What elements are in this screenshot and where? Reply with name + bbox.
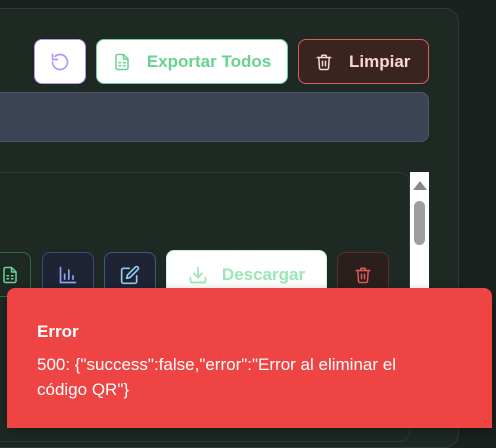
scroll-thumb[interactable]	[414, 201, 425, 245]
spreadsheet-icon	[1, 265, 19, 285]
download-label: Descargar	[221, 265, 306, 284]
bar-chart-icon	[58, 265, 78, 285]
download-icon	[188, 265, 208, 285]
export-all-button[interactable]: Exportar Todos	[96, 39, 288, 84]
edit-icon	[120, 265, 140, 285]
clear-button[interactable]: Limpiar	[298, 39, 429, 84]
spreadsheet-icon	[113, 52, 131, 72]
error-toast[interactable]: Error 500: {"success":false,"error":"Err…	[7, 288, 492, 428]
export-all-label: Exportar Todos	[146, 51, 272, 71]
trash-icon	[354, 265, 372, 285]
refresh-button[interactable]	[34, 39, 86, 84]
clear-label: Limpiar	[349, 51, 411, 71]
refresh-icon	[50, 52, 70, 72]
scroll-up-arrow[interactable]	[413, 181, 427, 190]
toast-message: 500: {"success":false,"error":"Error al …	[37, 355, 396, 399]
trash-icon	[315, 52, 333, 72]
search-input[interactable]	[0, 92, 429, 142]
toast-title: Error	[37, 322, 79, 341]
